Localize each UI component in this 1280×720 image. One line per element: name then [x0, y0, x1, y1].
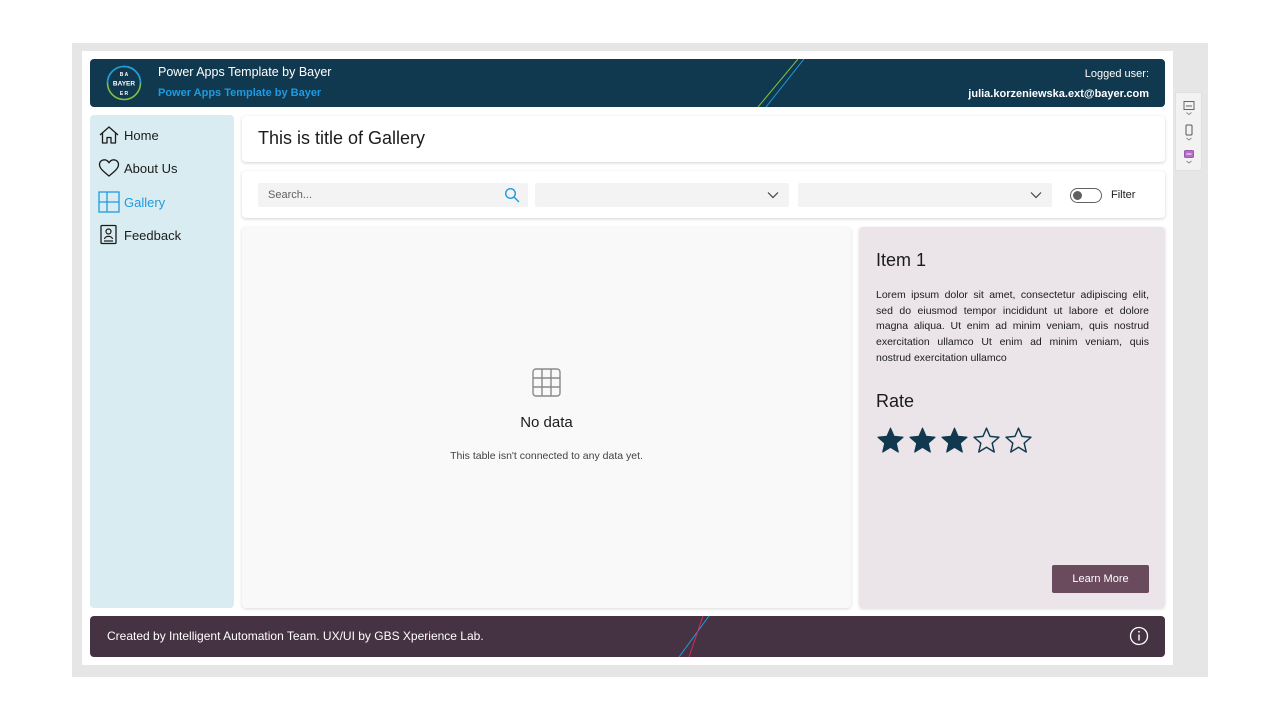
sidebar-item-label: About Us — [124, 160, 178, 176]
sidebar-item-gallery[interactable]: Gallery — [98, 189, 165, 215]
app-footer: Created by Intelligent Automation Team. … — [90, 616, 1165, 657]
search-box — [258, 183, 528, 207]
star-empty-icon[interactable] — [972, 426, 1001, 455]
bayer-logo-icon: BAYER B A E R — [106, 65, 142, 101]
empty-state-message: This table isn't connected to any data y… — [450, 450, 643, 462]
sidebar-item-label: Feedback — [124, 227, 182, 243]
app-title: Power Apps Template by Bayer — [158, 65, 332, 79]
svg-text:BAYER: BAYER — [113, 81, 135, 88]
status-dropdown[interactable] — [798, 183, 1052, 207]
app-switcher-icon[interactable] — [1182, 149, 1196, 167]
info-icon[interactable] — [1129, 626, 1149, 646]
star-filled-icon[interactable] — [908, 426, 937, 455]
svg-text:B A: B A — [120, 72, 129, 78]
logged-user-label: Logged user: — [1084, 68, 1149, 80]
sidebar-item-home[interactable]: Home — [98, 122, 159, 148]
empty-state-title: No data — [520, 414, 573, 431]
sidebar-item-label: Home — [124, 127, 159, 143]
app-subtitle: Power Apps Template by Bayer — [158, 87, 322, 99]
search-icon[interactable] — [504, 187, 520, 203]
page-title-bar: This is title of Gallery — [242, 116, 1165, 162]
star-empty-icon[interactable] — [1004, 426, 1033, 455]
studio-side-toolbar — [1175, 92, 1202, 171]
footer-decoration-lines — [678, 616, 710, 657]
phone-icon[interactable] — [1182, 124, 1196, 142]
table-grid-icon — [532, 368, 561, 397]
gallery-panel: No data This table isn't connected to an… — [242, 227, 851, 608]
filter-toggle[interactable] — [1070, 188, 1102, 203]
chevron-down-icon — [767, 192, 779, 199]
user-email: julia.korzeniewska.ext@bayer.com — [968, 88, 1149, 100]
sidebar-item-feedback[interactable]: Feedback — [98, 222, 181, 248]
search-input[interactable] — [258, 183, 498, 207]
category-dropdown[interactable] — [535, 183, 789, 207]
header-decoration-lines — [757, 59, 805, 107]
gallery-icon — [98, 191, 120, 213]
star-filled-icon[interactable] — [940, 426, 969, 455]
filter-bar: Filter — [242, 171, 1165, 218]
star-rating[interactable] — [876, 426, 1033, 455]
page-title: This is title of Gallery — [258, 128, 426, 148]
footer-credits: Created by Intelligent Automation Team. … — [107, 629, 484, 643]
rate-label: Rate — [876, 391, 915, 411]
sidebar: Home About Us Gallery Feedback — [90, 115, 234, 608]
svg-text:E R: E R — [120, 91, 129, 97]
panel-icon[interactable] — [1182, 100, 1196, 116]
app-header: BAYER B A E R Power Apps Template by Bay… — [90, 59, 1165, 107]
feedback-icon — [100, 224, 117, 245]
heart-icon — [98, 159, 120, 177]
home-icon — [99, 126, 119, 144]
sidebar-item-about-us[interactable]: About Us — [98, 155, 177, 181]
item-title: Item 1 — [876, 250, 927, 270]
sidebar-item-label: Gallery — [124, 194, 166, 210]
star-filled-icon[interactable] — [876, 426, 905, 455]
item-description: Lorem ipsum dolor sit amet, consectetur … — [876, 289, 1149, 364]
item-detail-panel: Item 1 Lorem ipsum dolor sit amet, conse… — [859, 227, 1165, 608]
chevron-down-icon — [1030, 192, 1042, 199]
toggle-knob — [1073, 190, 1082, 200]
learn-more-button[interactable]: Learn More — [1052, 565, 1149, 593]
filter-label: Filter — [1111, 189, 1136, 201]
